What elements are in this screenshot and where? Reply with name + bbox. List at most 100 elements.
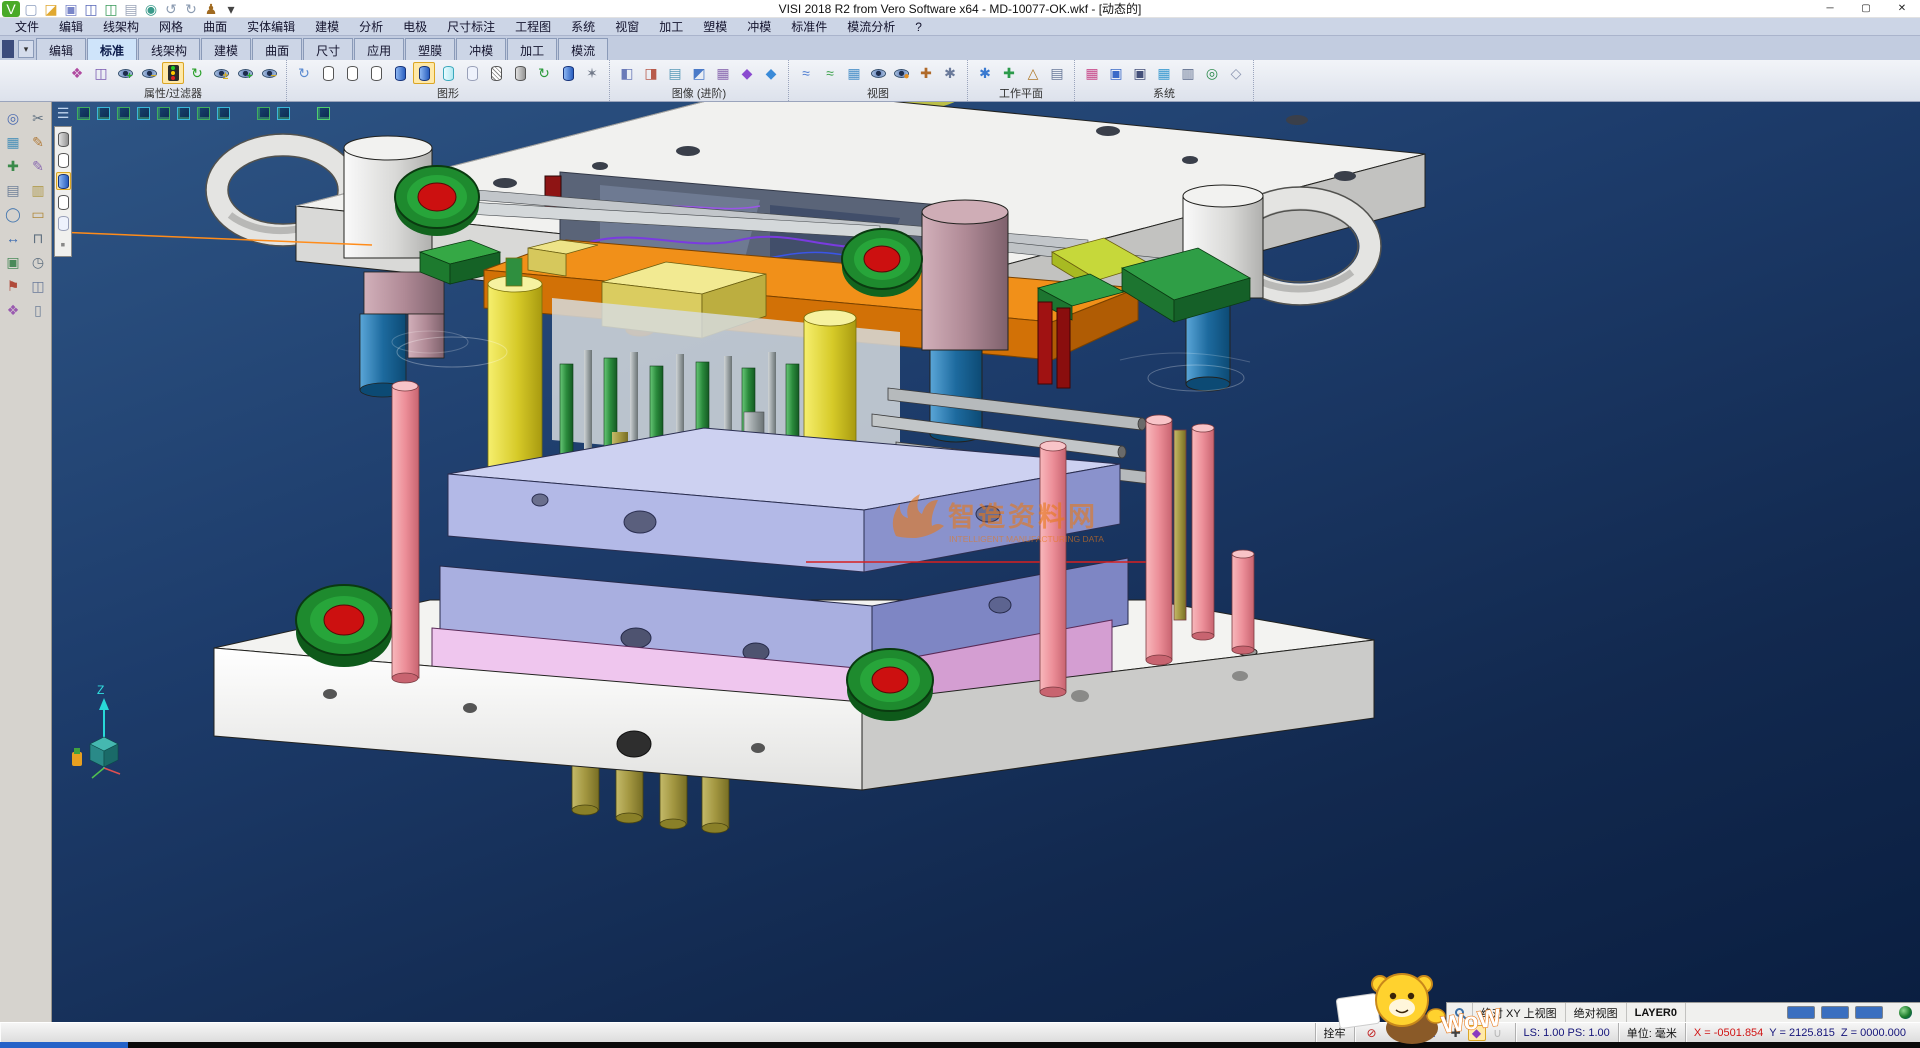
hide-entities-icon[interactable]: − xyxy=(138,62,160,84)
trimetric-view-cube-icon[interactable] xyxy=(274,104,292,122)
menu-help[interactable]: ? xyxy=(906,19,931,35)
menu-mold[interactable]: 塑模 xyxy=(694,17,736,36)
cut-icon[interactable]: ✂ xyxy=(26,106,50,129)
maximize-button[interactable]: ▢ xyxy=(1848,0,1884,17)
redo-icon[interactable]: ↻ xyxy=(182,1,200,17)
caliper-icon[interactable]: ⊓ xyxy=(26,226,50,249)
lock-toggle[interactable]: 拴牢 xyxy=(1315,1023,1354,1042)
scene-canvas[interactable]: 智造资料网 INTELLIGENT MANUFACTURING DATA Z xyxy=(52,102,1920,1022)
print-view-icon[interactable]: ▤ xyxy=(1,178,25,201)
show-entities-icon[interactable]: + xyxy=(114,62,136,84)
view-mode-cell[interactable]: 绝对 XY 上视图 xyxy=(1473,1003,1566,1022)
visi-logo-icon[interactable]: V xyxy=(2,1,20,17)
menu-machining[interactable]: 加工 xyxy=(650,17,692,36)
qat-dropdown-icon[interactable]: ▾ xyxy=(222,1,240,17)
frames-eye-icon[interactable]: ◧ xyxy=(616,62,638,84)
menu-dimension[interactable]: 尺寸标注 xyxy=(438,17,504,36)
zoom-search-icon[interactable] xyxy=(1447,1003,1473,1022)
axo-view-cube-icon[interactable] xyxy=(214,104,232,122)
frames-eye-red-icon[interactable]: ◨ xyxy=(640,62,662,84)
refresh-visibility-icon[interactable]: ↻ xyxy=(186,62,208,84)
monitor-icon[interactable]: ▣ xyxy=(1105,62,1127,84)
menu-die[interactable]: 冲模 xyxy=(738,17,780,36)
tab-modeling[interactable]: 建模 xyxy=(201,38,251,60)
regen-graphics-icon[interactable]: ↻ xyxy=(293,62,315,84)
record-icon[interactable]: ⊘ xyxy=(1363,1025,1381,1041)
move-axes-icon[interactable]: ✚ xyxy=(1,154,25,177)
tab-machining[interactable]: 加工 xyxy=(507,38,557,60)
dynamic-pan-icon[interactable]: ≈ xyxy=(795,62,817,84)
shaded-cube-icon[interactable]: ◆ xyxy=(736,62,758,84)
help-icon[interactable]: ? xyxy=(1426,1025,1444,1041)
tab-surface[interactable]: 曲面 xyxy=(252,38,302,60)
wireframe-cylinder-icon[interactable] xyxy=(317,62,339,84)
iso-view-cube-icon[interactable] xyxy=(74,104,92,122)
lock-display-icon[interactable]: ▪ xyxy=(56,235,71,253)
color-swatch-3[interactable] xyxy=(1855,1006,1883,1019)
clipboard-icon[interactable]: ▯ xyxy=(26,298,50,321)
flag-icon[interactable]: ⚑ xyxy=(1,274,25,297)
tab-application[interactable]: 应用 xyxy=(354,38,404,60)
menu-moldflow[interactable]: 模流分析 xyxy=(838,17,904,36)
dimension-arrow-icon[interactable]: ↔ xyxy=(1,226,25,249)
view-options-icon[interactable]: ✱ xyxy=(939,62,961,84)
ghost-cylinder-icon[interactable] xyxy=(461,62,483,84)
tab-die[interactable]: 冲模 xyxy=(456,38,506,60)
save-all-icon[interactable]: ◫ xyxy=(102,1,120,17)
translucent-cylinder-icon[interactable] xyxy=(437,62,459,84)
menu-solid-edit[interactable]: 实体编辑 xyxy=(238,17,304,36)
bottom-view-cube-icon[interactable] xyxy=(194,104,212,122)
show-all-icon[interactable]: + xyxy=(234,62,256,84)
hidden-line-cylinder-icon[interactable] xyxy=(341,62,363,84)
save-as-icon[interactable]: ◫ xyxy=(82,1,100,17)
tab-moldflow[interactable]: 模流 xyxy=(558,38,608,60)
new-file-icon[interactable]: ▢ xyxy=(22,1,40,17)
shaded-edges-cylinder-icon[interactable] xyxy=(413,62,435,84)
menu-file[interactable]: 文件 xyxy=(6,17,48,36)
pen-icon[interactable]: ✎ xyxy=(1384,1025,1402,1041)
tab-dropdown-icon[interactable]: ▾ xyxy=(18,40,34,58)
workplane-list-icon[interactable]: ▤ xyxy=(1046,62,1068,84)
visibility-filter-icon[interactable] xyxy=(162,62,184,84)
back-view-cube-icon[interactable] xyxy=(174,104,192,122)
ruler-icon[interactable]: ▭ xyxy=(26,202,50,225)
print-icon[interactable]: ▤ xyxy=(122,1,140,17)
dashed-hidden-cylinder-icon[interactable] xyxy=(365,62,387,84)
shaded-cylinder-icon[interactable] xyxy=(389,62,411,84)
isometric-grid-icon[interactable]: ◇ xyxy=(1225,62,1247,84)
menu-electrode[interactable]: 电极 xyxy=(394,17,436,36)
open-folder-icon[interactable]: ◪ xyxy=(42,1,60,17)
menu-system[interactable]: 系统 xyxy=(562,17,604,36)
sketch-pencil-icon[interactable]: ✎ xyxy=(26,154,50,177)
top-view-cube-icon[interactable] xyxy=(94,104,112,122)
shade-mode-shaded-icon[interactable] xyxy=(56,172,71,190)
color-palette-icon[interactable]: ▦ xyxy=(1081,62,1103,84)
shade-mode-ghost-icon[interactable] xyxy=(56,214,71,232)
toggle-visibility-icon[interactable]: ± xyxy=(210,62,232,84)
menu-surface[interactable]: 曲面 xyxy=(194,17,236,36)
box-eye-icon[interactable]: ◩ xyxy=(688,62,710,84)
key-icon[interactable]: ✦ xyxy=(1405,1025,1423,1041)
circle-probe-icon[interactable]: ◯ xyxy=(1,202,25,225)
absolute-view-cell[interactable]: 绝对视图 xyxy=(1566,1003,1627,1022)
shade-mode-hidden-icon[interactable] xyxy=(56,151,71,169)
view-menu-icon[interactable]: ☰ xyxy=(54,104,72,122)
shade-mode-wire-icon[interactable] xyxy=(56,130,71,148)
undo-icon[interactable]: ↺ xyxy=(162,1,180,17)
workplane-align-icon[interactable]: △ xyxy=(1022,62,1044,84)
tab-wireframe[interactable]: 线架构 xyxy=(138,38,200,60)
axis-view-icon[interactable]: ✚ xyxy=(915,62,937,84)
zoom-window-icon[interactable]: ◎ xyxy=(1,106,25,129)
globe-icon[interactable] xyxy=(1891,1003,1920,1022)
menu-standard-parts[interactable]: 标准件 xyxy=(782,17,836,36)
dynamic-zoom-icon[interactable]: ▦ xyxy=(843,62,865,84)
view-glasses-orange-icon[interactable]: ● xyxy=(891,62,913,84)
menu-wireframe[interactable]: 线架构 xyxy=(94,17,148,36)
measure-box-icon[interactable]: ▣ xyxy=(1,250,25,273)
workplane-star-icon[interactable]: ✱ xyxy=(974,62,996,84)
film-eye-icon[interactable]: ▤ xyxy=(664,62,686,84)
palette-small-icon[interactable]: ❖ xyxy=(1,298,25,321)
render-box-cylinder-icon[interactable] xyxy=(509,62,531,84)
menu-analysis[interactable]: 分析 xyxy=(350,17,392,36)
edit-attributes-icon[interactable]: ❖ xyxy=(66,62,88,84)
